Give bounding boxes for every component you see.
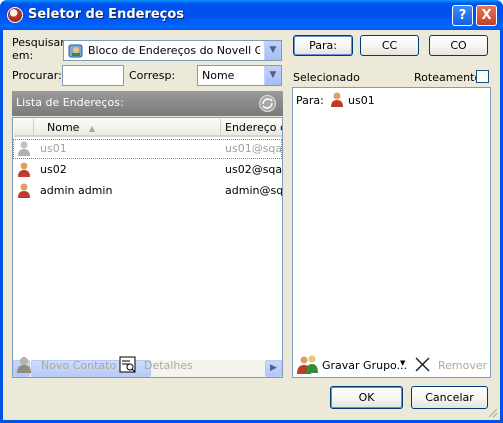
address-list-header: Lista de Endereços: (12, 91, 283, 116)
person-icon (331, 92, 343, 107)
details-button[interactable]: Detalhes (119, 355, 194, 375)
sort-ascending-icon: ▲ (88, 124, 96, 133)
title-bar: Seletor de Endereços ? X (0, 0, 503, 30)
address-book-icon (68, 44, 83, 58)
close-icon (415, 357, 430, 372)
remove-button[interactable]: Remover (415, 355, 495, 375)
match-dropdown[interactable]: Nome ▼ (197, 65, 282, 86)
person-icon (18, 183, 30, 198)
new-contact-button[interactable]: Novo Contato (17, 355, 116, 375)
routing-checkbox[interactable] (476, 70, 489, 83)
list-item[interactable]: us02 us02@sqa (13, 160, 282, 180)
search-in-label-line1: Pesquisar (12, 36, 65, 49)
column-address[interactable]: Endereço d (221, 119, 282, 137)
person-icon (18, 141, 30, 156)
column-name[interactable]: Nome ▲ (34, 119, 221, 137)
resize-grip-icon[interactable] (486, 406, 498, 418)
contact-address: us01@sqa (225, 142, 283, 155)
group-icon (297, 355, 318, 374)
find-input[interactable] (62, 65, 124, 86)
selected-entry-prefix: Para: (296, 94, 324, 107)
cancel-button[interactable]: Cancelar (411, 386, 488, 409)
window-title: Seletor de Endereços (28, 7, 185, 22)
contact-address: admin@sqa (225, 184, 283, 197)
contact-name: us02 (40, 163, 67, 176)
save-group-button[interactable]: Gravar Grupo... ▼ (296, 355, 408, 375)
chevron-down-icon[interactable]: ▼ (264, 41, 281, 60)
search-in-dropdown[interactable]: Bloco de Endereços do Novell Group ▼ (63, 40, 282, 61)
details-icon (119, 356, 136, 373)
remove-label: Remover (438, 359, 488, 372)
match-value: Nome (202, 69, 235, 82)
app-icon (7, 7, 23, 23)
close-button[interactable]: X (476, 5, 497, 26)
save-group-label: Gravar Grupo... (322, 359, 408, 372)
selected-recipients-list[interactable]: Para: us01 (292, 87, 491, 378)
person-icon (17, 357, 31, 373)
scroll-right-icon[interactable]: ▶ (265, 360, 282, 377)
chevron-down-icon[interactable]: ▼ (400, 359, 405, 367)
bc-button[interactable]: CO (429, 35, 488, 56)
help-button[interactable]: ? (452, 5, 473, 26)
column-name-label: Nome (47, 121, 80, 134)
match-label: Corresp: (129, 69, 176, 82)
ok-button[interactable]: OK (330, 386, 403, 409)
refresh-icon[interactable] (258, 94, 277, 113)
details-label: Detalhes (144, 359, 193, 372)
chevron-down-icon[interactable]: ▼ (264, 66, 281, 85)
contact-name: admin admin (40, 184, 113, 197)
find-label: Procurar: (12, 69, 62, 82)
contact-name: us01 (40, 142, 67, 155)
routing-label: Roteamento (414, 71, 482, 84)
list-item[interactable]: admin admin admin@sqa (13, 181, 282, 201)
search-in-value: Bloco de Endereços do Novell Group (88, 44, 260, 57)
address-selector-dialog: Seletor de Endereços ? X Pesquisar em: B… (0, 0, 503, 423)
address-list[interactable]: Nome ▲ Endereço d us01 us01@sqa us02 us0… (12, 117, 283, 378)
cc-button[interactable]: CC (360, 35, 419, 56)
dialog-body: Pesquisar em: Bloco de Endereços do Nove… (3, 30, 500, 420)
list-item[interactable]: us01 us01@sqa (13, 139, 282, 159)
selected-entry-name: us01 (348, 94, 375, 107)
to-button[interactable]: Para: (293, 35, 353, 56)
search-in-label-line2: em: (12, 49, 34, 62)
selected-label: Selecionado (293, 71, 360, 84)
column-icon[interactable] (14, 119, 34, 137)
contact-address: us02@sqa (225, 163, 283, 176)
new-contact-label: Novo Contato (41, 359, 117, 372)
person-icon (18, 162, 30, 177)
address-list-title: Lista de Endereços: (16, 96, 124, 109)
